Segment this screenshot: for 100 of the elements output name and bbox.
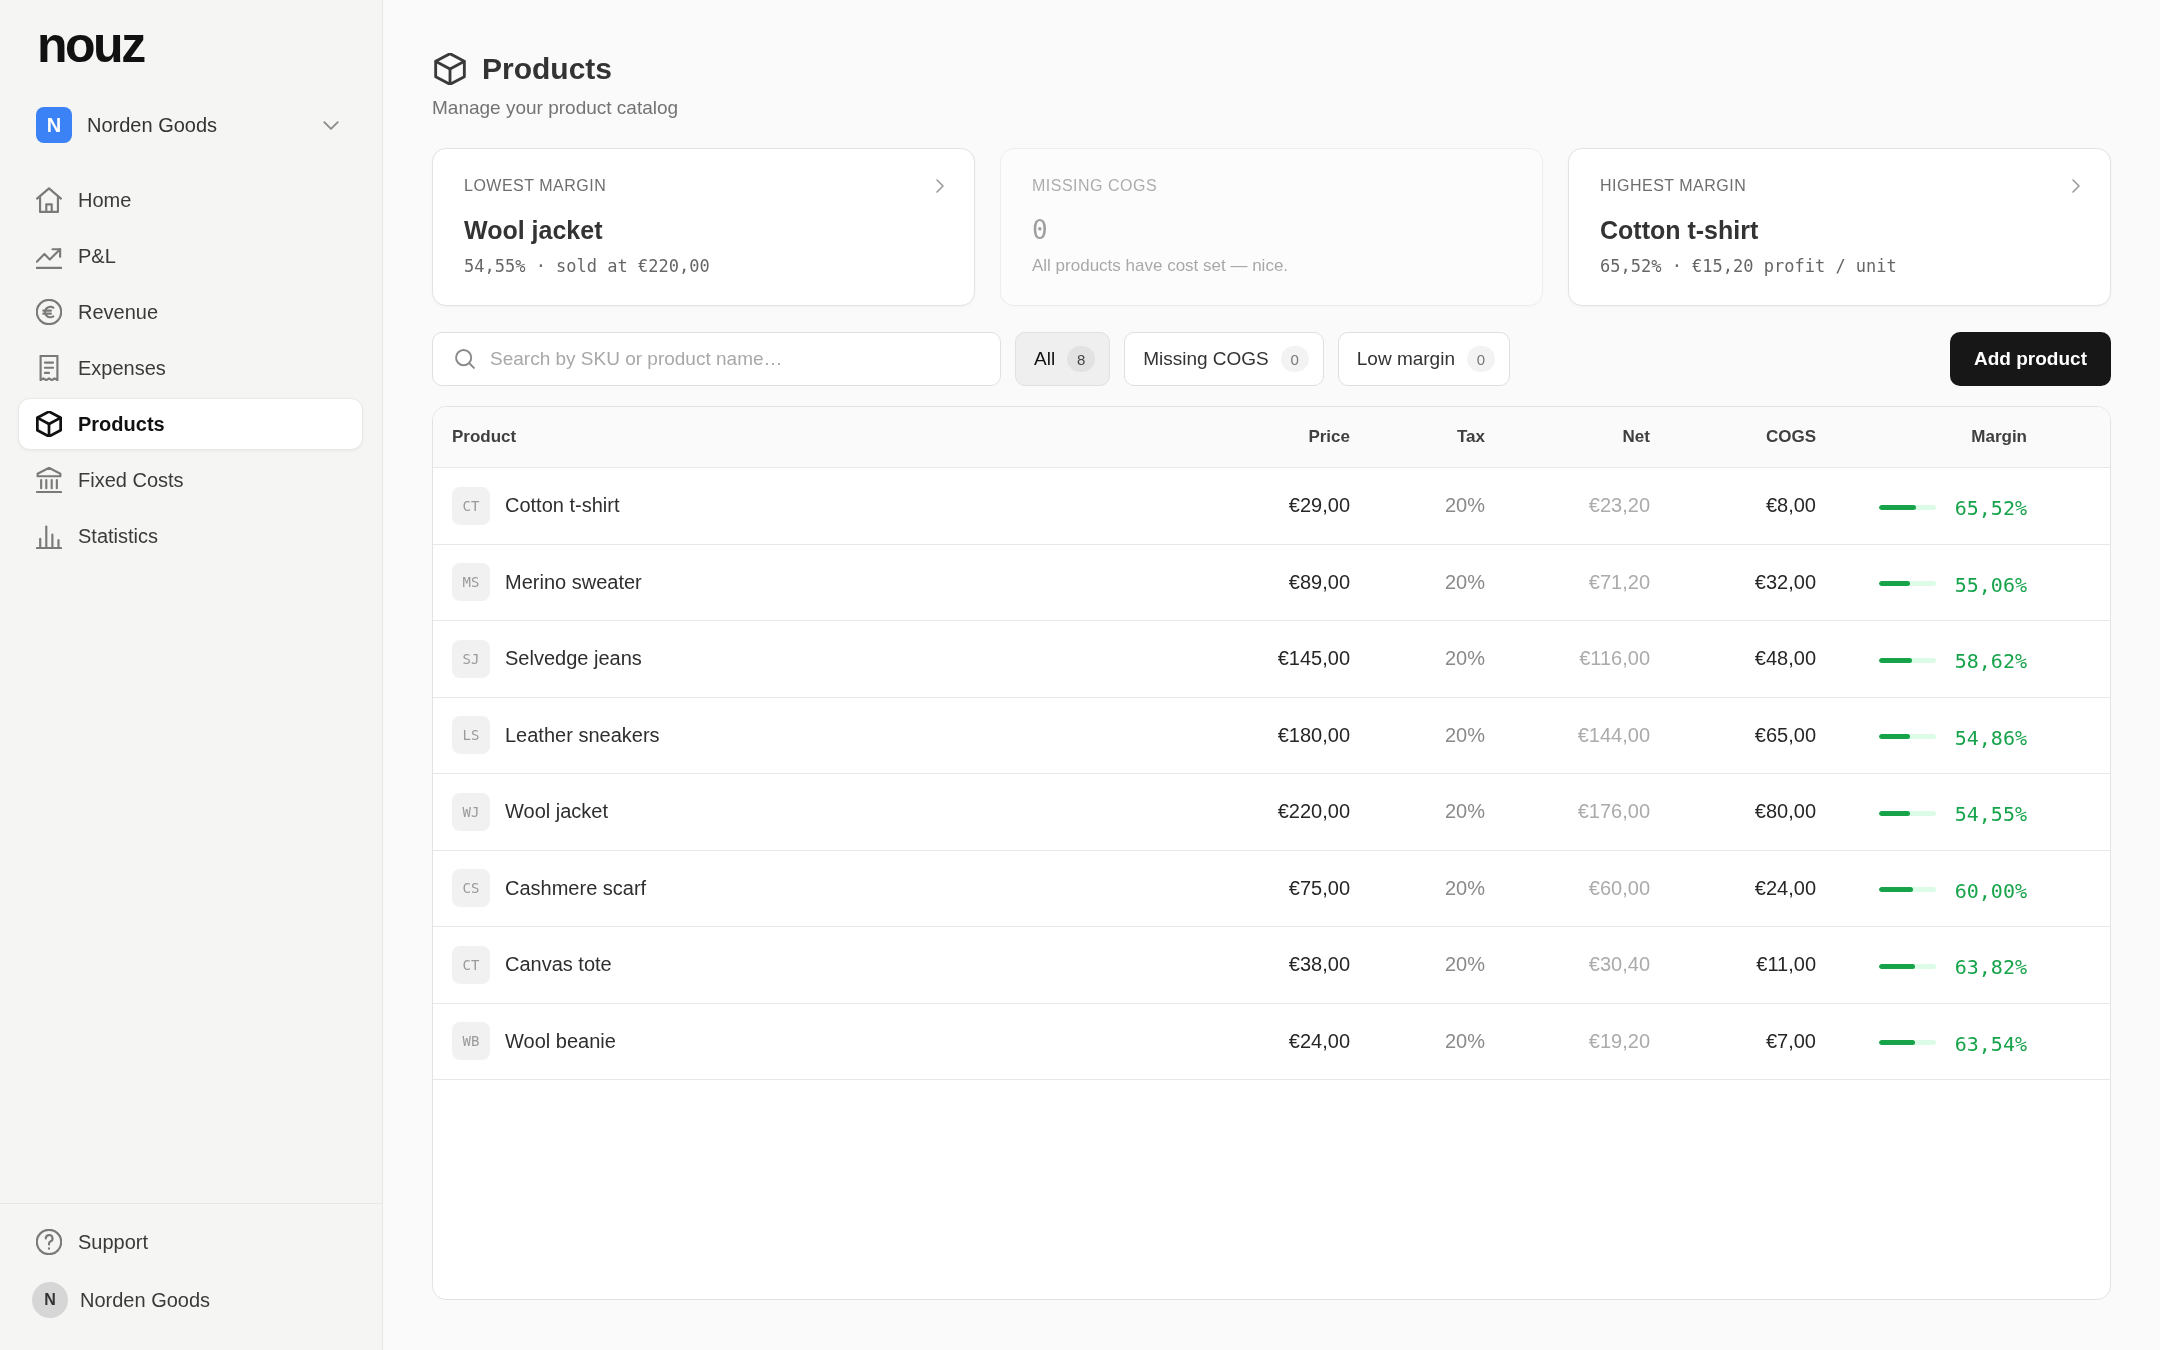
cogs-value: €7,00	[1765, 1029, 1816, 1052]
cogs-value: €24,00	[1754, 876, 1816, 899]
cogs-value: €32,00	[1754, 570, 1816, 593]
product-initials-avatar: WJ	[452, 792, 490, 831]
nav-item[interactable]: Expenses	[18, 342, 363, 394]
nav-item[interactable]: Statistics	[18, 510, 363, 562]
search-field[interactable]: Search by SKU or product name…	[432, 332, 1001, 386]
count-badge: 0	[1467, 346, 1495, 372]
chevron-right-icon	[2072, 179, 2080, 193]
cogs-value: €65,00	[1754, 723, 1816, 746]
bank-icon	[36, 467, 62, 493]
workspace-switcher[interactable]: N Norden Goods	[18, 103, 363, 147]
card-detail: All products have cost set — nice.	[1032, 255, 1289, 277]
chevron-down-icon	[323, 120, 339, 130]
net-price: €144,00	[1577, 723, 1650, 746]
column-header: Price	[1308, 427, 1350, 447]
nav-item[interactable]: Revenue	[18, 286, 363, 338]
filter-chip[interactable]: All 8	[1015, 332, 1111, 386]
summary-card[interactable]: LOWEST MARGIN Wool jacket 54,55% · sold at €220,00	[432, 148, 975, 306]
column-header: Margin	[1971, 427, 2027, 447]
price-value: €89,00	[1288, 570, 1350, 593]
filter-chip[interactable]: Low margin 0	[1337, 332, 1510, 386]
net-price: €19,20	[1588, 1029, 1650, 1052]
column-header: Tax	[1456, 427, 1485, 447]
box-icon	[36, 411, 62, 437]
price-value: €180,00	[1277, 723, 1350, 746]
cogs-value: €11,00	[1756, 953, 1816, 976]
price-value: €75,00	[1288, 876, 1350, 899]
product-initials-avatar: CT	[452, 486, 490, 525]
account-avatar: N	[32, 1282, 68, 1318]
card-label: LOWEST MARGIN	[464, 176, 607, 196]
cogs-value: €80,00	[1754, 800, 1816, 823]
margin-percent: 63,82%	[1954, 955, 2027, 980]
nav-item[interactable]: Products	[18, 398, 363, 450]
tax-rate: 20%	[1444, 494, 1485, 517]
product-initials-avatar: CS	[452, 869, 490, 908]
box-icon	[434, 53, 466, 85]
price-value: €220,00	[1277, 800, 1350, 823]
product-name: Cashmere scarf	[505, 876, 647, 900]
euro-circle-icon	[36, 299, 62, 325]
column-header: COGS	[1765, 427, 1816, 447]
margin-percent: 60,00%	[1954, 878, 2027, 903]
product-name: Cotton t-shirt	[505, 494, 620, 518]
page-subtitle: Manage your product catalog	[432, 96, 679, 120]
logo: nouz	[37, 20, 144, 70]
product-name: Canvas tote	[505, 953, 612, 977]
nav-item[interactable]: Fixed Costs	[18, 454, 363, 506]
card-value: Wool jacket	[464, 215, 603, 246]
price-value: €24,00	[1288, 1029, 1350, 1052]
tax-rate: 20%	[1444, 953, 1485, 976]
price-value: €38,00	[1288, 953, 1350, 976]
nav-item[interactable]: Home	[18, 174, 363, 226]
product-initials-avatar: WB	[452, 1022, 490, 1061]
summary-card[interactable]: HIGHEST MARGIN Cotton t-shirt 65,52% · €15,20 profit / unit	[1568, 148, 2111, 306]
card-label: HIGHEST MARGIN	[1600, 176, 1747, 196]
margin-percent: 54,55%	[1954, 802, 2027, 827]
net-price: €60,00	[1588, 876, 1650, 899]
tax-rate: 20%	[1444, 800, 1485, 823]
nav-item[interactable]: P&L	[18, 230, 363, 282]
count-badge: 0	[1280, 346, 1309, 372]
cogs-value: €8,00	[1765, 494, 1816, 517]
tax-rate: 20%	[1444, 570, 1485, 593]
price-value: €145,00	[1277, 647, 1350, 670]
net-price: €23,20	[1588, 494, 1650, 517]
margin-percent: 65,52%	[1954, 496, 2027, 521]
card-detail: 65,52% · €15,20 profit / unit	[1600, 255, 1897, 277]
product-name: Leather sneakers	[505, 723, 660, 747]
margin-percent: 55,06%	[1954, 572, 2027, 597]
product-name: Wool beanie	[505, 1029, 616, 1053]
home-icon	[36, 187, 62, 213]
price-value: €29,00	[1288, 494, 1350, 517]
product-initials-avatar: MS	[452, 563, 490, 602]
add-product-button[interactable]: Add product	[1950, 332, 2111, 386]
account-button[interactable]: N Norden Goods	[18, 1278, 211, 1322]
filter-chip[interactable]: Missing COGS 0	[1124, 332, 1324, 386]
support-link[interactable]: Support	[18, 1220, 149, 1264]
cogs-value: €48,00	[1754, 647, 1816, 670]
product-name: Selvedge jeans	[505, 647, 642, 671]
bar-chart-icon	[36, 523, 62, 549]
net-price: €116,00	[1579, 647, 1650, 670]
net-price: €176,00	[1577, 800, 1650, 823]
card-value: 0	[1032, 214, 1048, 246]
tax-rate: 20%	[1444, 1029, 1485, 1052]
product-name: Merino sweater	[505, 570, 642, 594]
margin-percent: 63,54%	[1954, 1031, 2027, 1056]
net-price: €71,20	[1588, 570, 1650, 593]
column-header: Net	[1622, 427, 1650, 447]
net-price: €30,40	[1588, 953, 1650, 976]
workspace-avatar: N	[36, 107, 72, 143]
help-icon	[36, 1229, 62, 1255]
card-label: MISSING COGS	[1032, 176, 1158, 196]
chevron-right-icon	[936, 179, 944, 193]
tax-rate: 20%	[1444, 723, 1485, 746]
margin-percent: 58,62%	[1954, 649, 2027, 674]
product-initials-avatar: CT	[452, 945, 490, 984]
search-icon	[455, 349, 475, 369]
count-badge: 8	[1067, 346, 1096, 372]
page-title: Products	[482, 51, 613, 87]
product-name: Wool jacket	[505, 800, 608, 824]
card-detail: 54,55% · sold at €220,00	[464, 255, 710, 277]
